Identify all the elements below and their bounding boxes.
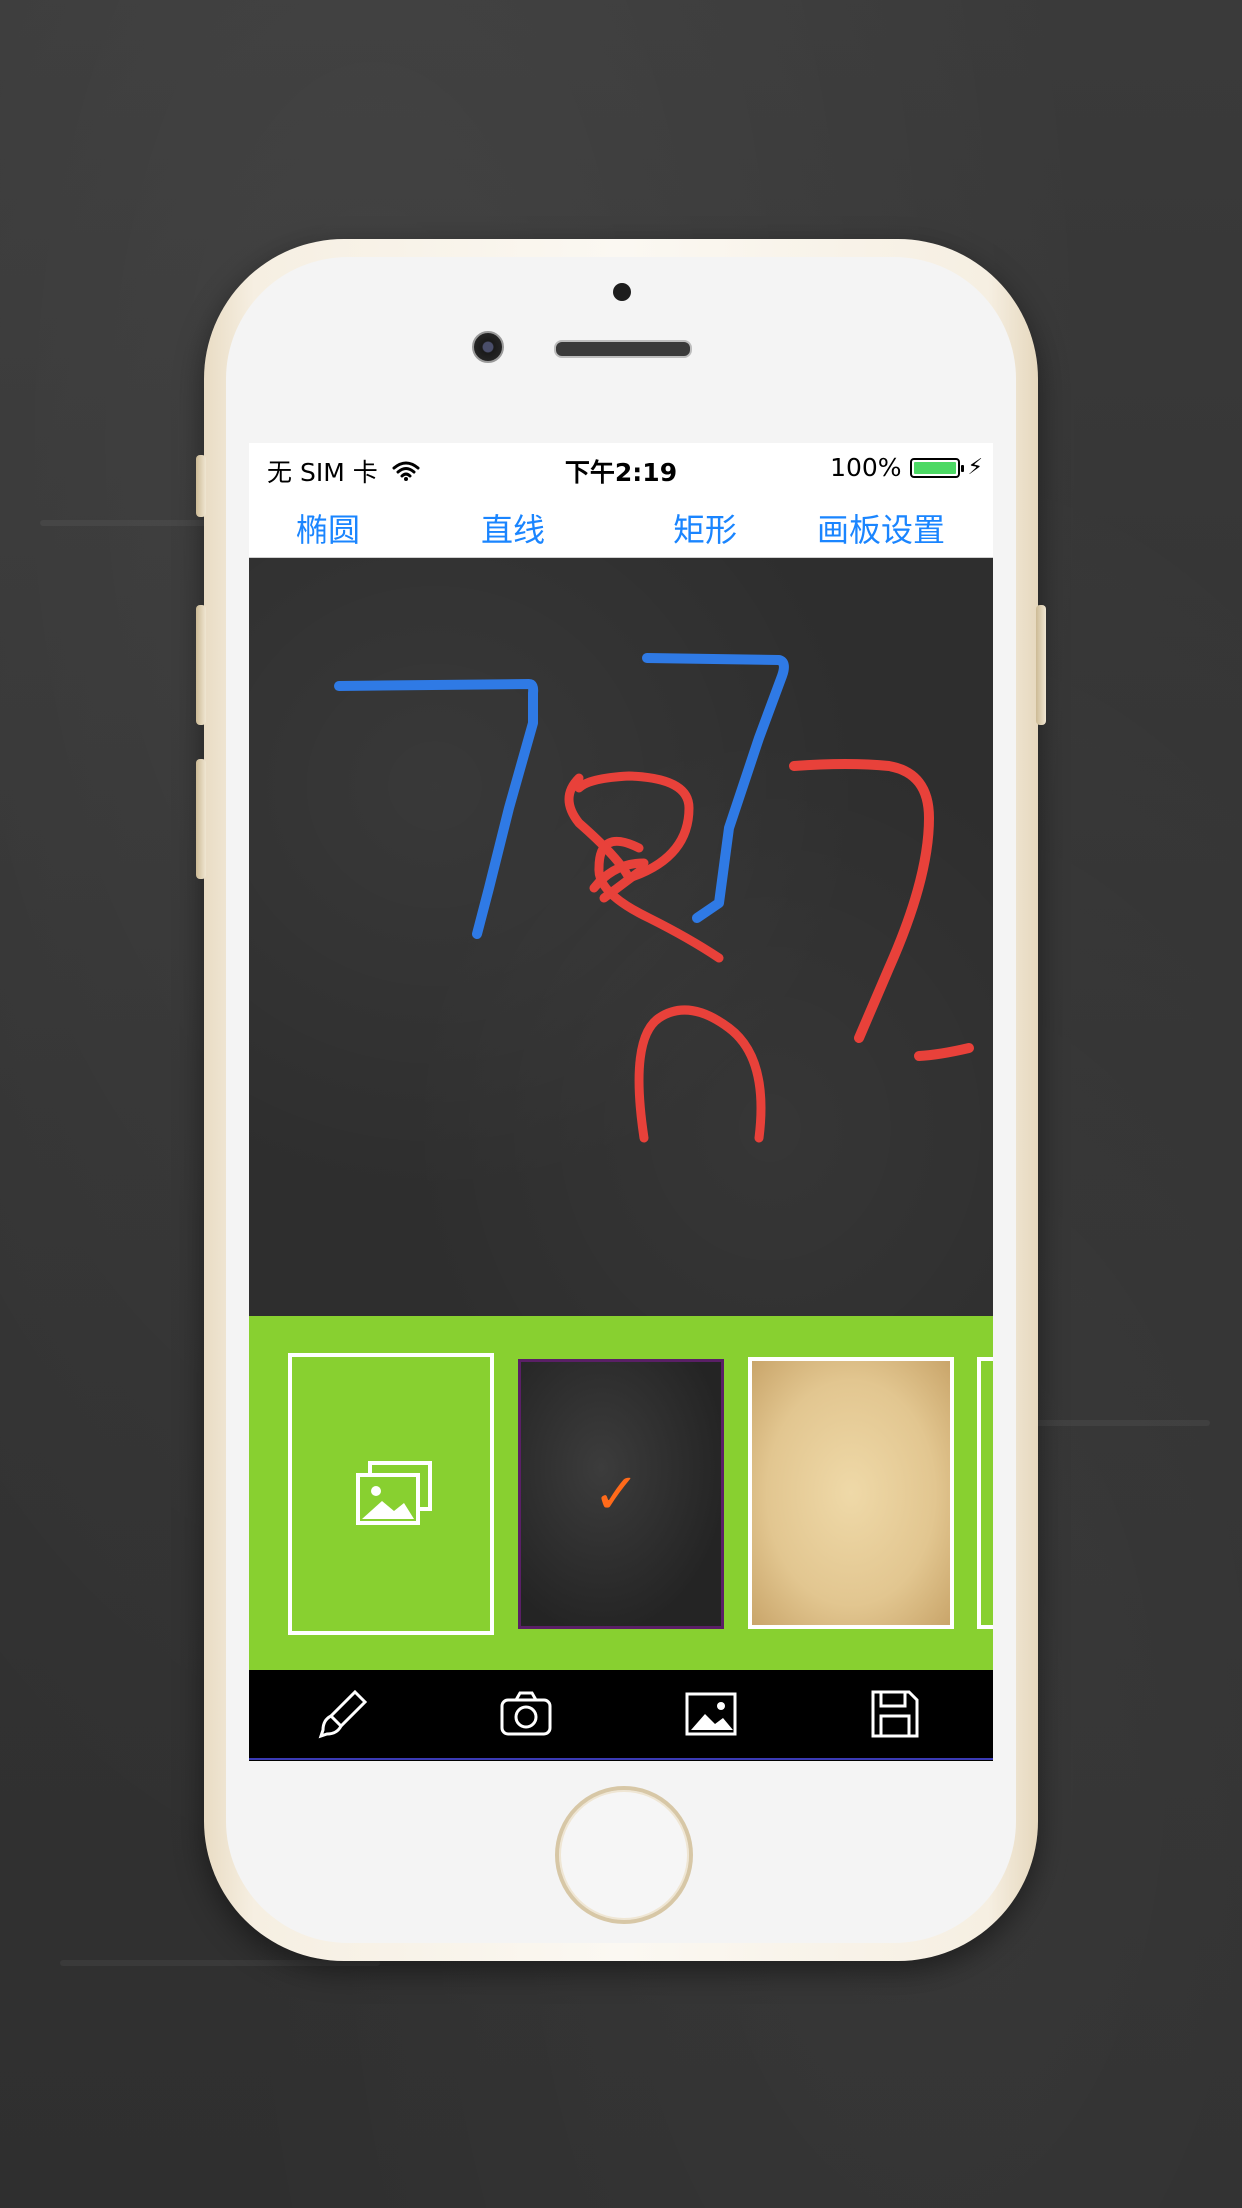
background-option-chalkboard[interactable]: ✓ — [518, 1359, 724, 1629]
red-stroke — [914, 1043, 974, 1061]
status-bar: 无 SIM 卡 下午2:19 100% ⚡ — [249, 443, 993, 493]
shape-toolbar: 椭圆 直线 矩形 画板设置 — [249, 493, 993, 558]
ellipse-button[interactable]: 椭圆 — [296, 505, 360, 551]
board-settings-button[interactable]: 画板设置 — [817, 505, 945, 551]
blue-stroke — [334, 679, 539, 939]
red-stroke — [634, 1005, 766, 1143]
home-button[interactable] — [555, 1786, 693, 1924]
line-button[interactable]: 直线 — [481, 505, 545, 551]
checkmark-icon: ✓ — [593, 1462, 640, 1527]
drawing-canvas[interactable] — [249, 558, 993, 1318]
drawing-strokes — [334, 653, 974, 1143]
battery-percent: 100% — [830, 453, 902, 482]
chalk-texture — [60, 1960, 380, 1966]
background-option-more[interactable] — [977, 1357, 993, 1629]
brush-icon[interactable] — [315, 1686, 371, 1742]
power-button — [1036, 605, 1046, 725]
background-picker: ✓ — [249, 1316, 993, 1670]
gallery-icon — [356, 1461, 432, 1525]
earpiece-speaker — [554, 340, 692, 358]
image-icon[interactable] — [683, 1686, 739, 1742]
chalk-texture — [1010, 1420, 1210, 1426]
mute-switch — [196, 455, 206, 517]
blue-stroke — [642, 653, 789, 923]
save-icon[interactable] — [867, 1686, 923, 1742]
volume-up-button — [196, 605, 206, 725]
front-camera — [472, 331, 504, 363]
proximity-sensor — [613, 283, 631, 301]
bottom-toolbar — [249, 1670, 993, 1760]
battery-icon — [909, 457, 964, 478]
red-stroke — [789, 759, 934, 1043]
background-option-parchment[interactable] — [748, 1357, 954, 1629]
charging-bolt-icon: ⚡ — [967, 455, 983, 480]
volume-down-button — [196, 759, 206, 879]
rectangle-button[interactable]: 矩形 — [673, 505, 737, 551]
app-screen: 无 SIM 卡 下午2:19 100% ⚡ 椭圆 直线 矩形 画板设置 ✓ — [249, 443, 993, 1761]
background-option-gallery[interactable] — [288, 1353, 494, 1635]
camera-icon[interactable] — [498, 1686, 554, 1742]
